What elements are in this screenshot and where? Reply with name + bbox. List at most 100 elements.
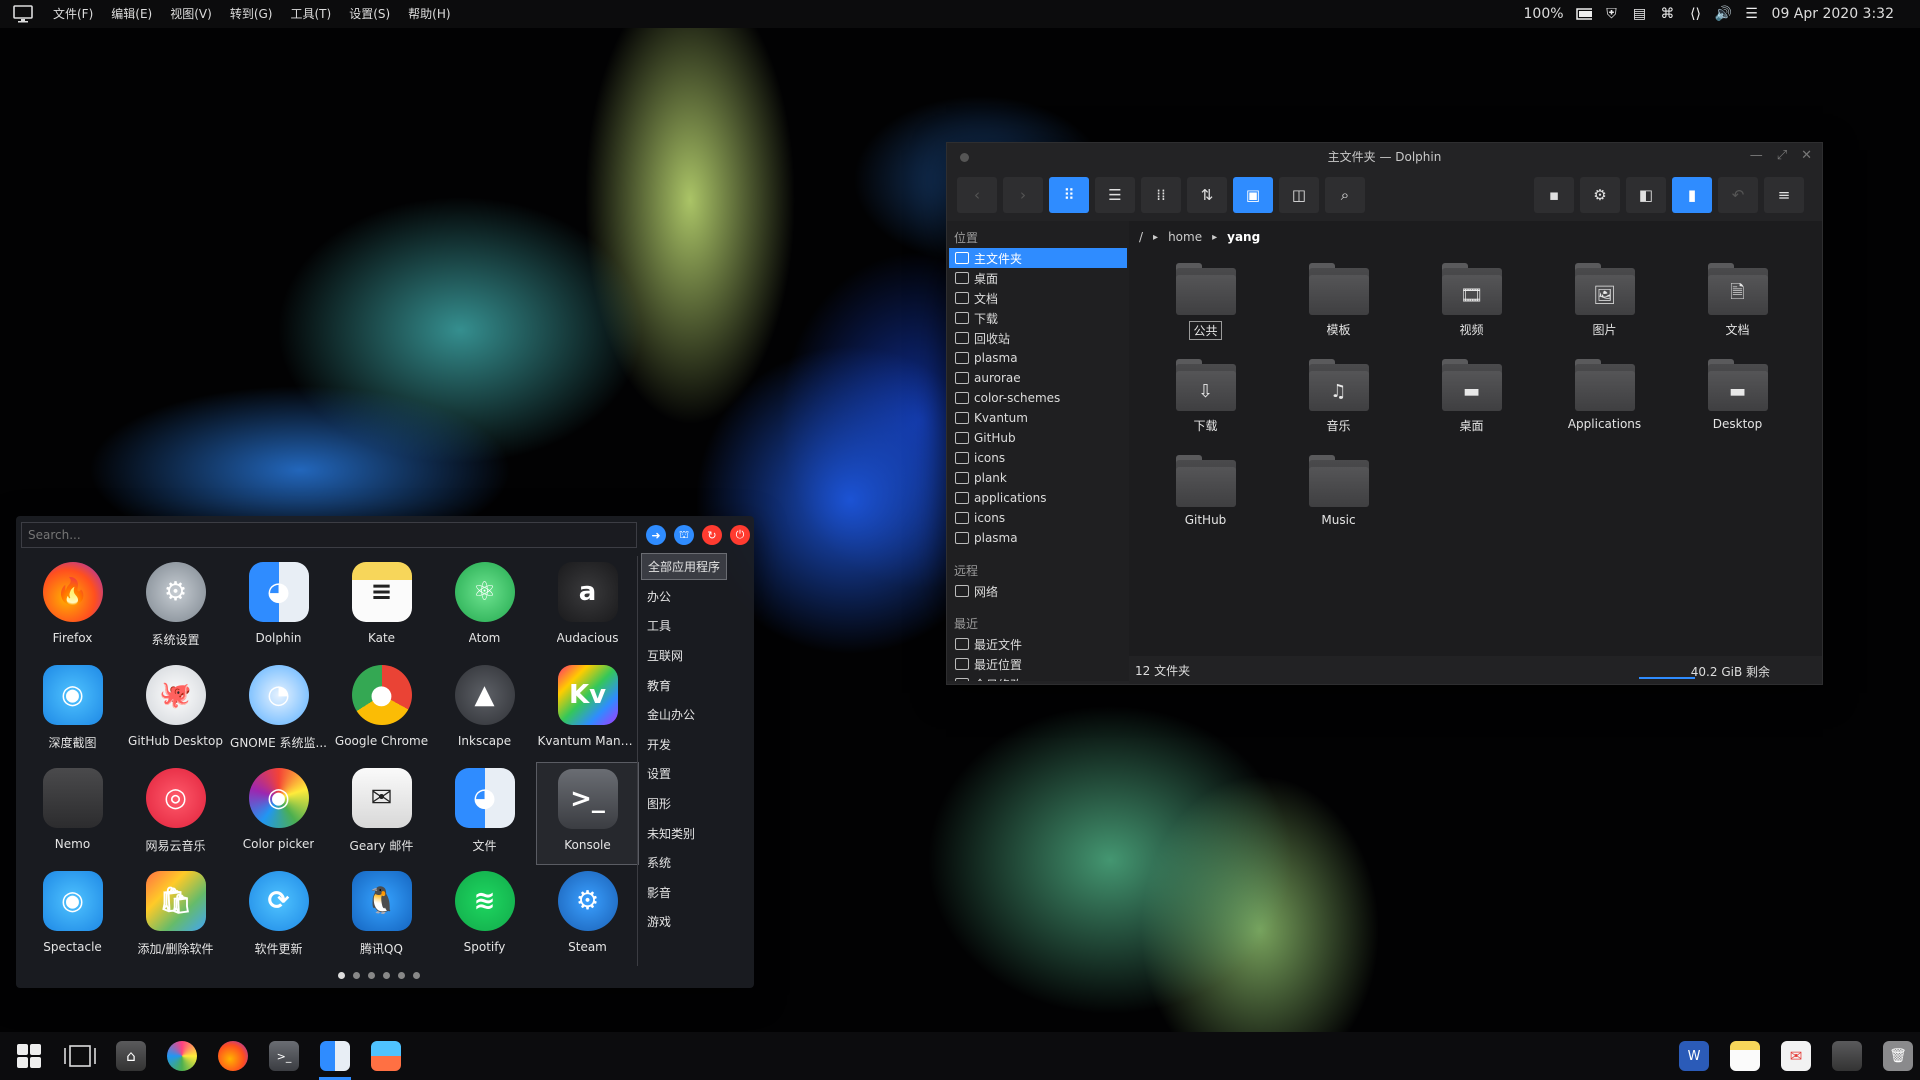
sidebar-item[interactable]: 今日修改 bbox=[947, 674, 1129, 681]
monitor-icon[interactable] bbox=[10, 4, 36, 24]
lock-icon[interactable]: ⛫ bbox=[674, 525, 694, 545]
sidebar-item[interactable]: color-schemes bbox=[947, 388, 1129, 408]
category-item[interactable]: 影音 bbox=[641, 878, 751, 908]
notifications-icon[interactable]: ☰ bbox=[1744, 6, 1760, 22]
breadcrumb-arrow-icon[interactable]: ▸ bbox=[1212, 232, 1217, 243]
screenshot-icon[interactable] bbox=[364, 1036, 408, 1076]
battery-icon[interactable] bbox=[1575, 6, 1592, 22]
category-item[interactable]: 图形 bbox=[641, 789, 751, 819]
close-icon[interactable]: ✕ bbox=[1801, 148, 1812, 163]
app-tile[interactable]: >_ Konsole bbox=[536, 762, 639, 865]
menu-item[interactable]: 编辑(E) bbox=[102, 0, 161, 28]
app-tile[interactable]: 🔥 Firefox bbox=[21, 556, 124, 659]
app-tile[interactable]: ⚛ Atom bbox=[433, 556, 536, 659]
clipboard-icon[interactable]: ▤ bbox=[1632, 6, 1648, 22]
page-dot[interactable] bbox=[368, 972, 375, 979]
preview-button[interactable]: ▣ bbox=[1233, 177, 1273, 213]
power-icon[interactable]: ⏻ bbox=[730, 525, 750, 545]
settings-button[interactable]: ⚙ bbox=[1580, 177, 1620, 213]
menu-item[interactable]: 转到(G) bbox=[221, 0, 282, 28]
app-tile[interactable]: ◉ Spectacle bbox=[21, 865, 124, 968]
folder-item[interactable]: 模板 bbox=[1272, 257, 1405, 343]
kde-connect-icon[interactable]: ⟨⟩ bbox=[1688, 6, 1704, 22]
window-titlebar[interactable]: 主文件夹 — Dolphin — ⤢ ✕ bbox=[947, 143, 1822, 169]
menu-item[interactable]: 设置(S) bbox=[340, 0, 399, 28]
restart-icon[interactable]: ↻ bbox=[702, 525, 722, 545]
sidebar-item[interactable]: 网络 bbox=[947, 581, 1129, 601]
folder-item[interactable]: 🖼 图片 bbox=[1538, 257, 1671, 343]
page-dot[interactable] bbox=[383, 972, 390, 979]
folder-item[interactable]: ▬ Desktop bbox=[1671, 353, 1804, 439]
app-tile[interactable]: Kv Kvantum Mana... bbox=[536, 659, 639, 762]
breadcrumb-arrow-icon[interactable]: ▸ bbox=[1153, 232, 1158, 243]
category-item[interactable]: 设置 bbox=[641, 759, 751, 789]
maximize-icon[interactable]: ⤢ bbox=[1777, 148, 1787, 163]
folder-item[interactable]: ⇩ 下载 bbox=[1139, 353, 1272, 439]
shield-icon[interactable]: ⛨ bbox=[1604, 6, 1620, 22]
sidebar-item[interactable]: 回收站 bbox=[947, 328, 1129, 348]
sidebar-item[interactable]: aurorae bbox=[947, 368, 1129, 388]
app-tile[interactable]: 🐙 GitHub Desktop bbox=[124, 659, 227, 762]
workspace-icon[interactable] bbox=[58, 1036, 102, 1076]
folder-item[interactable]: ▬ 桌面 bbox=[1405, 353, 1538, 439]
page-dot[interactable] bbox=[353, 972, 360, 979]
menu-item[interactable]: 视图(V) bbox=[161, 0, 221, 28]
sidebar-item[interactable]: plasma bbox=[947, 528, 1129, 548]
sidebar-item[interactable]: 桌面 bbox=[947, 268, 1129, 288]
info-panel-button[interactable]: ◧ bbox=[1626, 177, 1666, 213]
app-tile[interactable]: a Audacious bbox=[536, 556, 639, 659]
compact-view-button[interactable]: ⁞⁞ bbox=[1141, 177, 1181, 213]
category-item[interactable]: 全部应用程序 bbox=[641, 552, 751, 582]
hamburger-menu-button[interactable]: ≡ bbox=[1764, 177, 1804, 213]
app-tile[interactable]: ≋ Spotify bbox=[433, 865, 536, 968]
dolphin-icon[interactable] bbox=[313, 1036, 357, 1080]
folder-icon[interactable] bbox=[1825, 1036, 1869, 1076]
folder-item[interactable]: 🗎 文档 bbox=[1671, 257, 1804, 343]
folder-item[interactable]: GitHub bbox=[1139, 449, 1272, 535]
search-button[interactable]: ⌕ bbox=[1325, 177, 1365, 213]
folder-item[interactable]: Music bbox=[1272, 449, 1405, 535]
search-input[interactable] bbox=[21, 522, 637, 548]
category-item[interactable]: 办公 bbox=[641, 582, 751, 612]
menu-item[interactable]: 工具(T) bbox=[281, 0, 340, 28]
word-icon[interactable]: W bbox=[1672, 1036, 1716, 1076]
breadcrumb-item[interactable]: / bbox=[1139, 230, 1143, 244]
firefox-icon[interactable] bbox=[211, 1036, 255, 1076]
app-tile[interactable]: ✉ Geary 邮件 bbox=[330, 762, 433, 865]
folder-item[interactable]: Applications bbox=[1538, 353, 1671, 439]
folder-item[interactable]: 公共 bbox=[1139, 257, 1272, 343]
mail-icon[interactable]: ✉ bbox=[1774, 1036, 1818, 1076]
terminal-panel-button[interactable]: ▪ bbox=[1534, 177, 1574, 213]
undo-button[interactable]: ↶ bbox=[1718, 177, 1758, 213]
app-tile[interactable]: ⟳ 软件更新 bbox=[227, 865, 330, 968]
sidebar-item[interactable]: 文档 bbox=[947, 288, 1129, 308]
page-dot[interactable] bbox=[398, 972, 405, 979]
sidebar-item[interactable]: icons bbox=[947, 448, 1129, 468]
app-tile[interactable]: Nemo bbox=[21, 762, 124, 865]
sidebar-item[interactable]: 下载 bbox=[947, 308, 1129, 328]
notes-icon[interactable] bbox=[1723, 1036, 1767, 1076]
window-menu-button[interactable] bbox=[960, 153, 969, 162]
terminal-icon[interactable]: >_ bbox=[262, 1036, 306, 1076]
category-item[interactable]: 互联网 bbox=[641, 641, 751, 671]
app-tile[interactable]: ◉ 深度截图 bbox=[21, 659, 124, 762]
app-tile[interactable]: ● Google Chrome bbox=[330, 659, 433, 762]
menu-item[interactable]: 帮助(H) bbox=[399, 0, 459, 28]
volume-icon[interactable]: 🔊 bbox=[1715, 6, 1732, 22]
sidebar-item[interactable]: applications bbox=[947, 488, 1129, 508]
arrow-right-icon[interactable]: ➜ bbox=[646, 525, 666, 545]
app-launcher-icon[interactable] bbox=[7, 1036, 51, 1076]
app-tile[interactable]: ⚙ Steam bbox=[536, 865, 639, 968]
sidebar-item[interactable]: icons bbox=[947, 508, 1129, 528]
back-button[interactable]: ‹ bbox=[957, 177, 997, 213]
icons-view-button[interactable]: ⠿ bbox=[1049, 177, 1089, 213]
category-item[interactable]: 金山办公 bbox=[641, 700, 751, 730]
app-tile[interactable]: ◕ Dolphin bbox=[227, 556, 330, 659]
minimize-icon[interactable]: — bbox=[1750, 148, 1763, 163]
folder-item[interactable]: ♫ 音乐 bbox=[1272, 353, 1405, 439]
sidebar-item[interactable]: plasma bbox=[947, 348, 1129, 368]
clock[interactable]: 09 Apr 2020 3:32 bbox=[1772, 6, 1894, 22]
details-view-button[interactable]: ☰ bbox=[1095, 177, 1135, 213]
free-space[interactable]: 40.2 GiB 剩余 bbox=[1638, 663, 1770, 680]
category-item[interactable]: 教育 bbox=[641, 670, 751, 700]
